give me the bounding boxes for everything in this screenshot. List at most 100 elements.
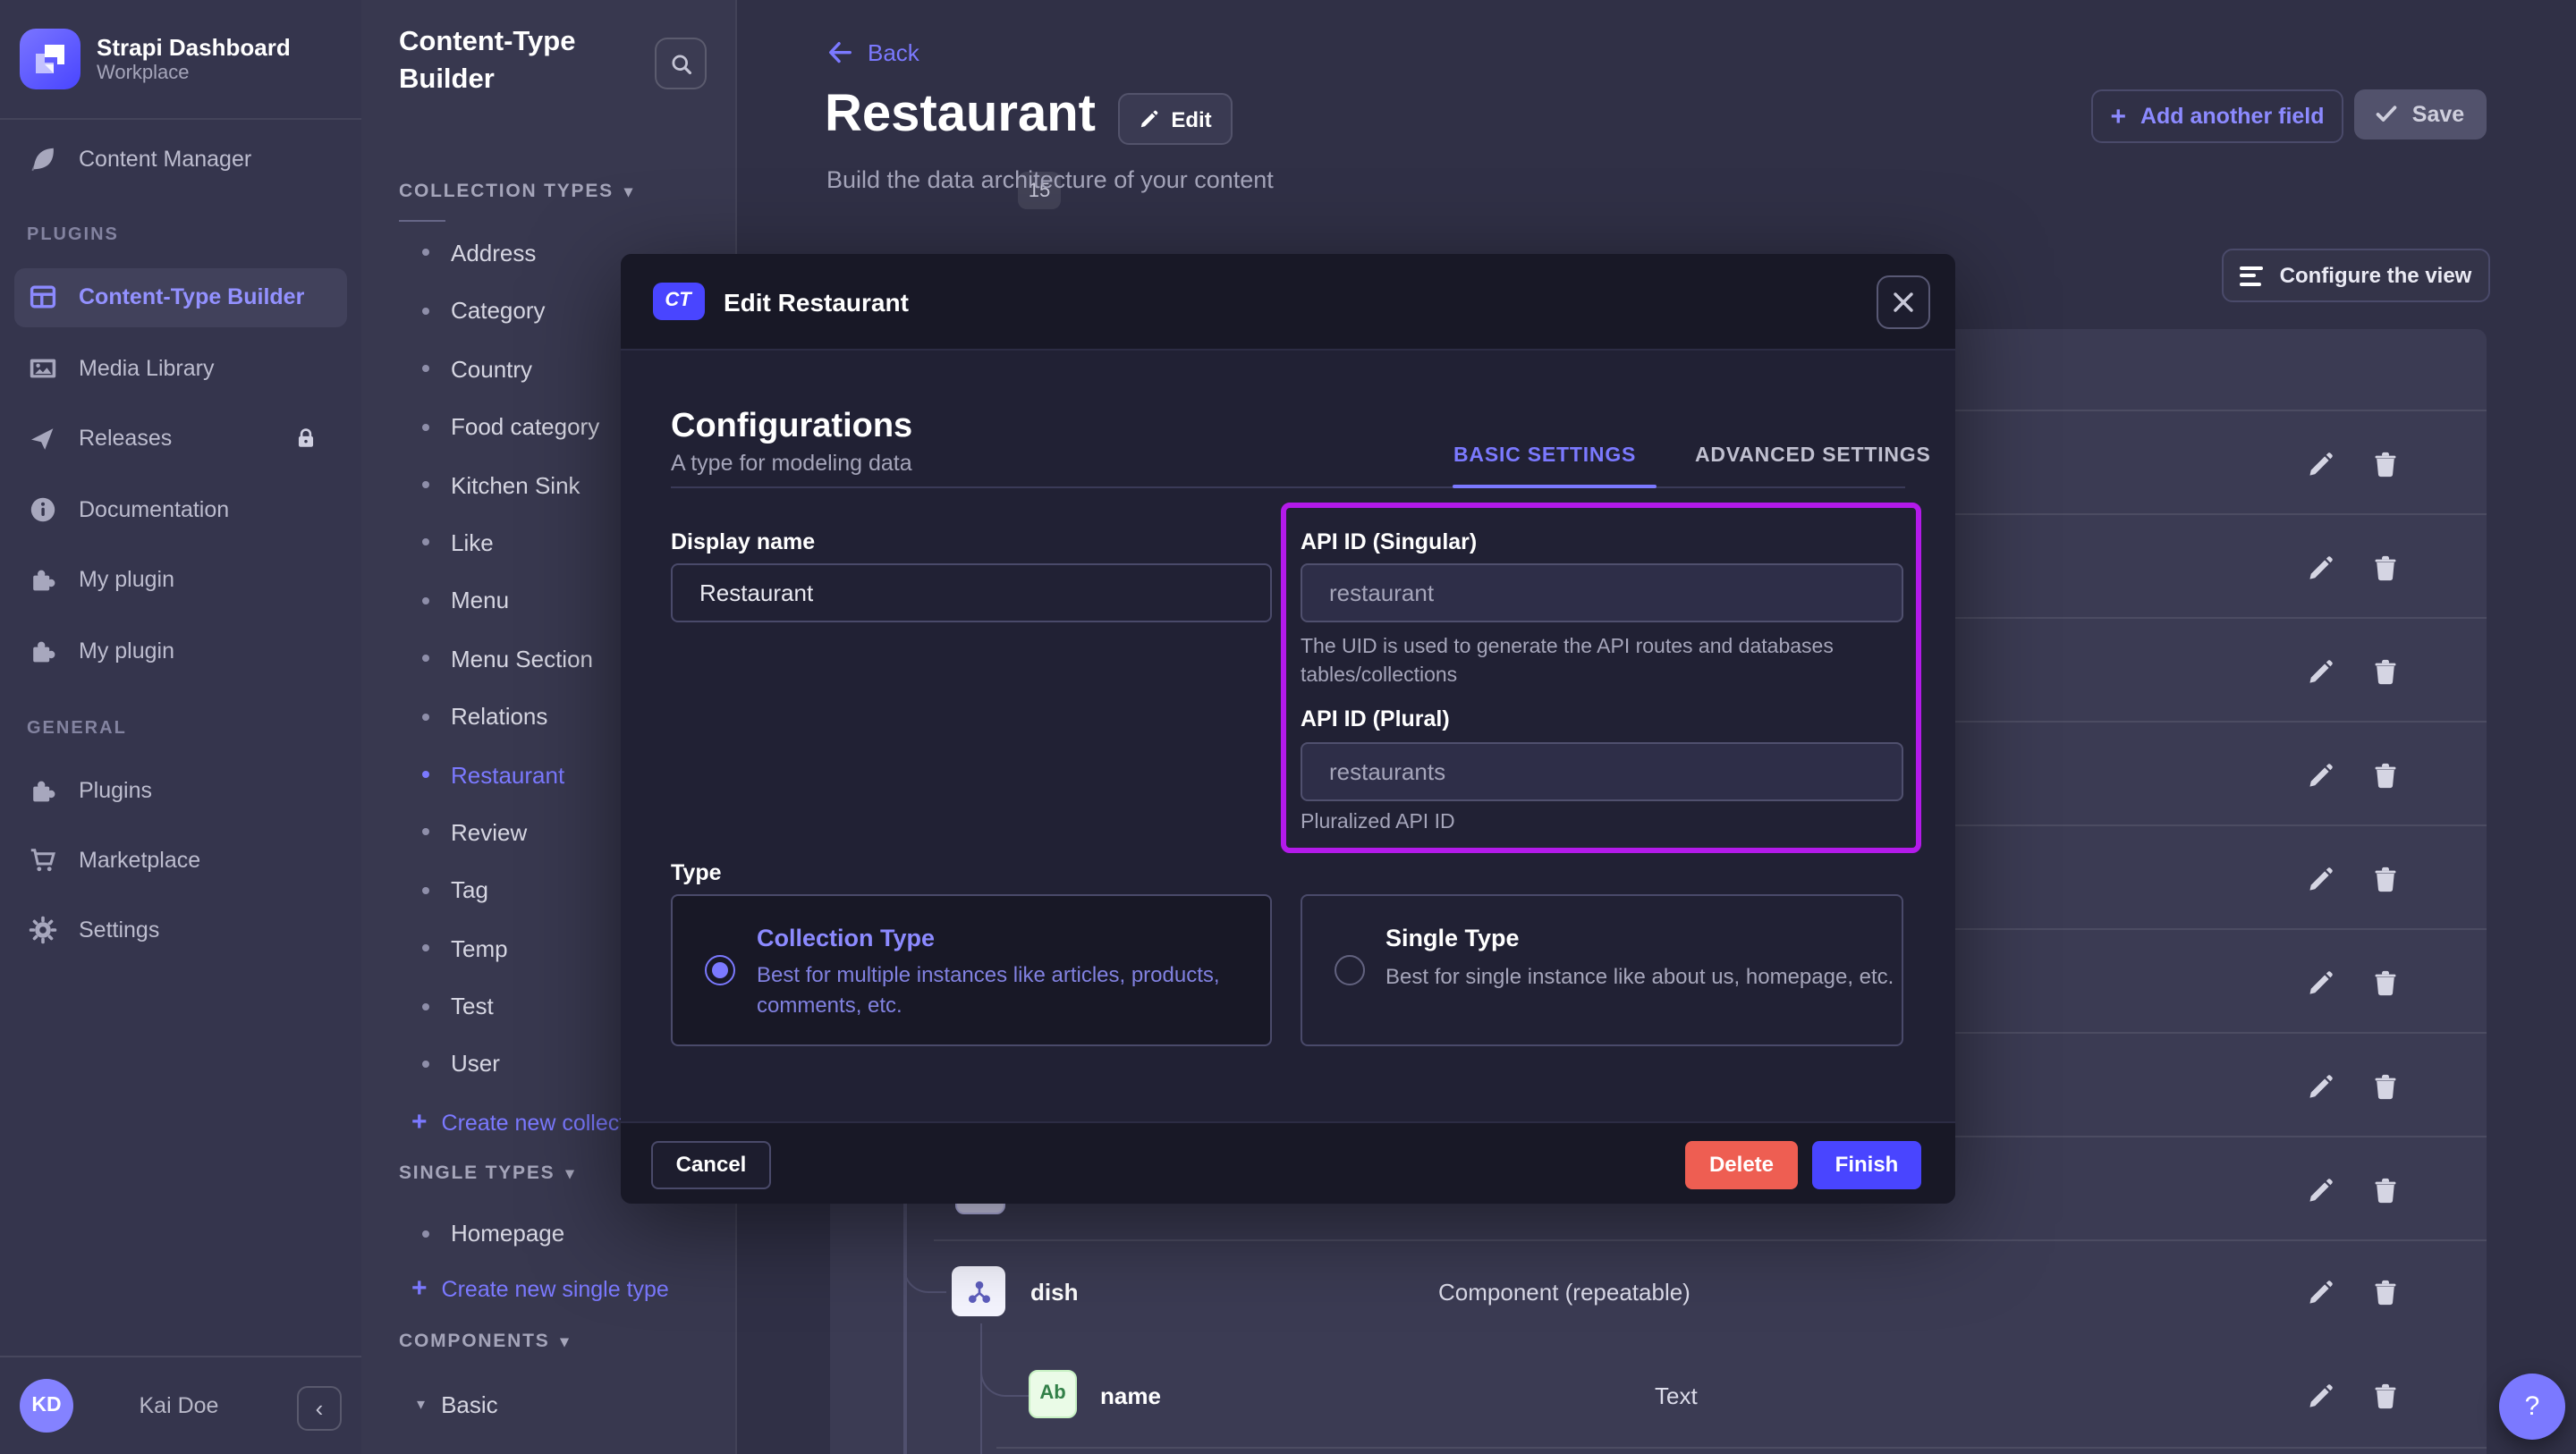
add-another-field-button[interactable]: + Add another field	[2091, 89, 2343, 143]
single-types-header[interactable]: SINGLE TYPES ▾	[399, 1154, 575, 1193]
chevron-down-icon: ▾	[561, 1331, 571, 1351]
components-header[interactable]: COMPONENTS ▾	[399, 1322, 570, 1361]
sidebar-divider	[0, 118, 361, 120]
save-button[interactable]: Save	[2354, 89, 2487, 139]
collapse-sidebar-button[interactable]: ‹	[297, 1386, 342, 1431]
tab-basic-settings[interactable]: BASIC SETTINGS	[1453, 425, 1636, 486]
api-id-singular-input[interactable]	[1301, 563, 1903, 622]
sidebar-item-label: Media Library	[79, 356, 214, 381]
delete-field-button[interactable]	[2372, 1278, 2399, 1305]
caret-down-icon: ▾	[417, 1394, 425, 1414]
bullet-icon	[422, 249, 429, 257]
edit-field-button[interactable]	[2308, 450, 2334, 477]
single-type-item-homepage[interactable]: Homepage	[361, 1205, 735, 1263]
edit-field-button[interactable]	[2308, 865, 2334, 892]
option-description: Best for multiple instances like article…	[757, 960, 1243, 1021]
feather-pen-icon	[27, 144, 57, 174]
title-divider	[399, 220, 445, 222]
delete-field-button[interactable]	[2372, 1072, 2399, 1099]
help-button[interactable]: ?	[2499, 1374, 2565, 1440]
edit-field-button[interactable]	[2308, 968, 2334, 995]
sidebar-item-my-plugin-1[interactable]: My plugin	[0, 553, 361, 606]
active-tab-underline	[1452, 484, 1656, 488]
sidebar-item-label: Settings	[79, 917, 159, 943]
back-link[interactable]: Back	[826, 39, 919, 66]
sidebar-item-my-plugin-2[interactable]: My plugin	[0, 624, 361, 678]
sidebar-item-settings[interactable]: Settings	[0, 903, 361, 957]
sidebar-item-label: Releases	[79, 426, 172, 451]
search-icon	[668, 51, 693, 76]
plus-icon: +	[411, 1276, 428, 1303]
sidebar-item-releases[interactable]: Releases	[0, 411, 361, 465]
edit-field-button[interactable]	[2308, 657, 2334, 684]
edit-content-type-modal: CT Edit Restaurant Configurations A type…	[620, 253, 1955, 1204]
edit-field-button[interactable]	[2308, 1382, 2334, 1408]
edit-field-button[interactable]	[2308, 761, 2334, 788]
delete-field-button[interactable]	[2372, 1382, 2399, 1408]
sidebar-item-plugins[interactable]: Plugins	[0, 764, 361, 817]
radio-unselected-icon[interactable]	[1334, 955, 1364, 985]
component-group-basic[interactable]: ▾ Basic	[361, 1375, 735, 1433]
bullet-icon	[422, 1061, 429, 1068]
bullet-icon	[422, 1230, 429, 1237]
delete-field-button[interactable]	[2372, 657, 2399, 684]
page-subtitle: Build the data architecture of your cont…	[826, 166, 1274, 193]
delete-field-button[interactable]	[2372, 1176, 2399, 1203]
option-title: Single Type	[1385, 925, 1520, 951]
single-type-option[interactable]: Single Type Best for single instance lik…	[1300, 894, 1902, 1045]
edit-field-button[interactable]	[2308, 1072, 2334, 1099]
modal-title: Edit Restaurant	[724, 287, 909, 316]
sidebar-item-content-type-builder[interactable]: Content-Type Builder	[14, 267, 347, 326]
app-window: Strapi Dashboard Workplace Content Manag…	[0, 0, 2576, 1454]
sidebar-item-content-manager[interactable]: Content Manager	[0, 132, 361, 186]
delete-field-button[interactable]	[2372, 968, 2399, 995]
puzzle-icon	[27, 775, 57, 806]
info-icon	[27, 495, 57, 525]
edit-field-button[interactable]	[2308, 1278, 2334, 1305]
delete-field-button[interactable]	[2372, 554, 2399, 580]
display-name-input[interactable]	[671, 563, 1272, 622]
delete-field-button[interactable]	[2372, 761, 2399, 788]
bullet-icon	[422, 1002, 429, 1010]
gear-icon	[27, 915, 57, 945]
collection-type-option[interactable]: Collection Type Best for multiple instan…	[671, 894, 1272, 1045]
delete-field-button[interactable]	[2372, 865, 2399, 892]
single-type-list: Homepage	[361, 1205, 735, 1263]
tab-advanced-settings[interactable]: ADVANCED SETTINGS	[1695, 425, 1931, 486]
configure-view-button[interactable]: Configure the view	[2222, 249, 2490, 302]
pencil-icon	[1139, 109, 1158, 129]
finish-button[interactable]: Finish	[1812, 1140, 1921, 1188]
paper-plane-icon	[27, 423, 57, 453]
plus-icon: +	[2110, 101, 2126, 131]
create-single-type-link[interactable]: + Create new single type	[361, 1263, 669, 1316]
cancel-button[interactable]: Cancel	[651, 1140, 771, 1188]
api-id-plural-hint: Pluralized API ID	[1301, 808, 1891, 837]
close-modal-button[interactable]	[1877, 275, 1930, 329]
text-field-icon: Ab	[1029, 1369, 1077, 1417]
option-title: Collection Type	[757, 925, 935, 951]
delete-button[interactable]: Delete	[1685, 1140, 1798, 1188]
workspace-switcher[interactable]: Strapi Dashboard Workplace	[20, 21, 342, 97]
edit-title-button[interactable]: Edit	[1118, 93, 1233, 145]
edit-field-button[interactable]	[2308, 554, 2334, 580]
api-id-plural-input[interactable]	[1301, 741, 1903, 800]
bullet-icon	[422, 944, 429, 951]
sidebar-item-documentation[interactable]: Documentation	[0, 483, 361, 537]
api-id-plural-label: API ID (Plural)	[1301, 706, 1450, 731]
sidebar-item-label: My plugin	[79, 567, 174, 592]
content-type-badge: CT	[652, 282, 704, 319]
sidebar-item-marketplace[interactable]: Marketplace	[0, 833, 361, 887]
table-row-name: Ab name Text	[830, 1343, 2487, 1447]
sidebar-item-media-library[interactable]: Media Library	[0, 342, 361, 395]
edit-field-button[interactable]	[2308, 1176, 2334, 1203]
field-type: Component (repeatable)	[1438, 1279, 1690, 1306]
puzzle-icon	[27, 636, 57, 666]
bullet-icon	[422, 771, 429, 778]
field-type: Text	[1655, 1382, 1698, 1409]
search-button[interactable]	[655, 38, 707, 89]
radio-selected-icon[interactable]	[705, 955, 735, 985]
delete-field-button[interactable]	[2372, 450, 2399, 477]
tabs-divider	[671, 486, 1904, 488]
avatar[interactable]: KD	[20, 1379, 73, 1433]
collection-types-header[interactable]: COLLECTION TYPES ▾	[399, 172, 634, 211]
